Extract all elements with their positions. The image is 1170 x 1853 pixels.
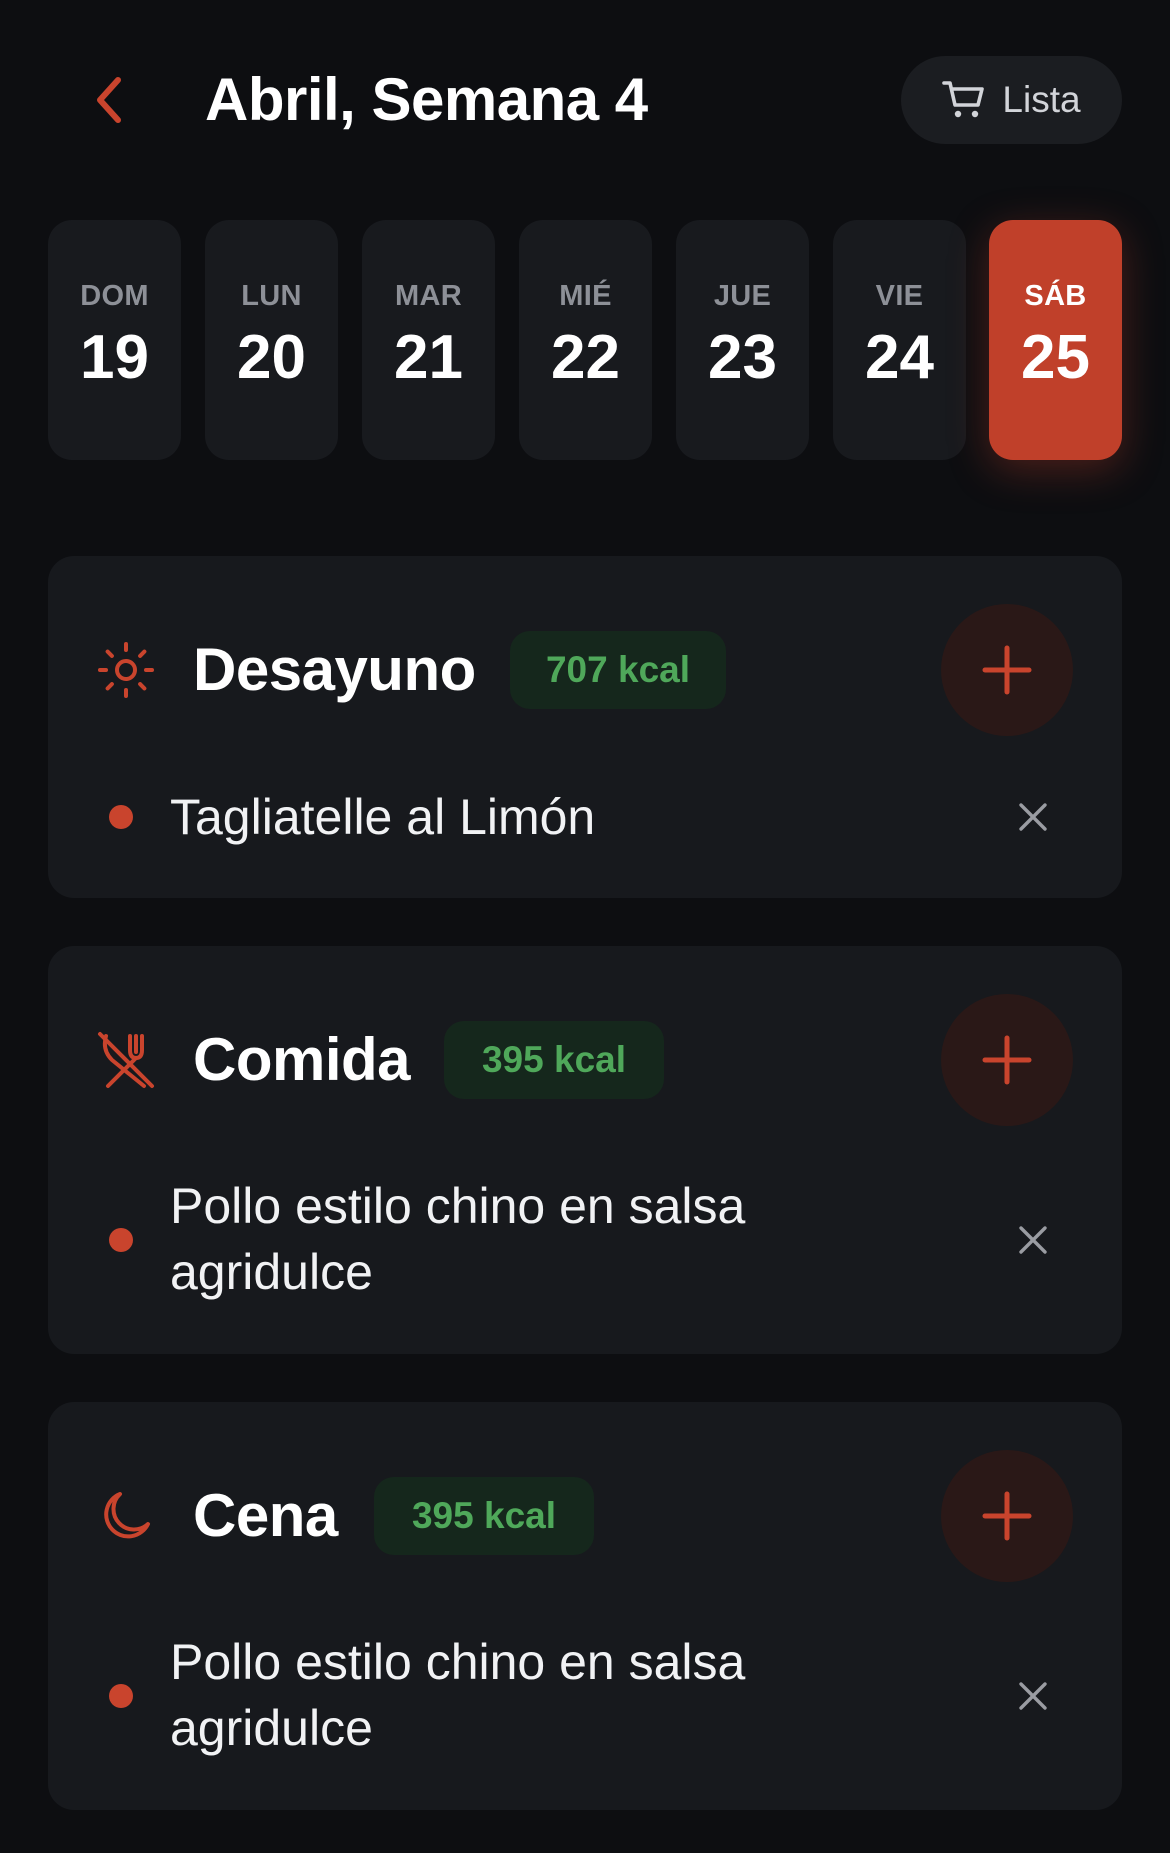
sun-icon bbox=[98, 642, 154, 698]
close-icon bbox=[1019, 1226, 1047, 1254]
meal-title: Cena bbox=[193, 1482, 338, 1549]
day-tue[interactable]: MAR 21 bbox=[362, 220, 495, 460]
day-number: 19 bbox=[80, 323, 149, 392]
meal-item-name: Pollo estilo chino en salsa agridulce bbox=[170, 1178, 746, 1300]
day-mon[interactable]: LUN 20 bbox=[205, 220, 338, 460]
meal-item-name: Tagliatelle al Limón bbox=[170, 789, 596, 845]
item-bullet bbox=[109, 1684, 133, 1708]
cart-icon bbox=[942, 81, 985, 118]
meal-card-desayuno: Desayuno 707 kcal Tagliatelle al Limón bbox=[48, 556, 1122, 898]
remove-item-button[interactable] bbox=[1003, 787, 1063, 847]
add-item-button[interactable] bbox=[941, 1450, 1073, 1582]
close-icon bbox=[1019, 1682, 1047, 1710]
day-name: MAR bbox=[395, 280, 462, 312]
back-button[interactable] bbox=[80, 62, 138, 138]
kcal-badge: 395 kcal bbox=[374, 1477, 594, 1555]
remove-item-button[interactable] bbox=[1003, 1210, 1063, 1270]
day-thu[interactable]: JUE 23 bbox=[676, 220, 809, 460]
item-bullet bbox=[109, 805, 133, 829]
fork-knife-off-icon bbox=[98, 1032, 154, 1088]
day-number: 23 bbox=[708, 323, 777, 392]
moon-icon bbox=[104, 1492, 150, 1539]
day-selector: DOM 19 LUN 20 MAR 21 MIÉ 22 JUE 23 VIE 2… bbox=[48, 220, 1122, 460]
page-title: Abril, Semana 4 bbox=[205, 66, 648, 133]
kcal-badge: 707 kcal bbox=[510, 631, 726, 709]
day-name: DOM bbox=[80, 280, 149, 312]
meal-planner-screen: Abril, Semana 4 Lista DOM 19 LUN 20 MAR … bbox=[0, 0, 1170, 1853]
plus-icon bbox=[982, 1491, 1032, 1541]
shopping-list-button[interactable]: Lista bbox=[901, 56, 1122, 144]
plus-icon bbox=[982, 1035, 1032, 1085]
add-item-button[interactable] bbox=[941, 994, 1073, 1126]
meal-card-comida: Comida 395 kcal Pollo estilo chino en sa… bbox=[48, 946, 1122, 1354]
day-sun[interactable]: DOM 19 bbox=[48, 220, 181, 460]
meal-item-name: Pollo estilo chino en salsa agridulce bbox=[170, 1634, 746, 1756]
item-bullet bbox=[109, 1228, 133, 1252]
chevron-left-icon bbox=[97, 77, 121, 123]
day-wed[interactable]: MIÉ 22 bbox=[519, 220, 652, 460]
plus-icon bbox=[982, 645, 1032, 695]
day-number: 20 bbox=[237, 323, 306, 392]
remove-item-button[interactable] bbox=[1003, 1666, 1063, 1726]
day-sat-selected[interactable]: SÁB 25 bbox=[989, 220, 1122, 460]
day-number: 22 bbox=[551, 323, 620, 392]
day-number: 25 bbox=[1021, 323, 1090, 392]
day-number: 21 bbox=[394, 323, 463, 392]
day-fri[interactable]: VIE 24 bbox=[833, 220, 966, 460]
day-number: 24 bbox=[865, 323, 934, 392]
meal-title: Comida bbox=[193, 1026, 411, 1093]
day-name: LUN bbox=[241, 280, 302, 312]
add-item-button[interactable] bbox=[941, 604, 1073, 736]
meal-card-cena: Cena 395 kcal Pollo estilo chino en sals… bbox=[48, 1402, 1122, 1810]
day-name: JUE bbox=[713, 280, 772, 312]
kcal-badge: 395 kcal bbox=[444, 1021, 664, 1099]
shopping-list-label: Lista bbox=[1002, 79, 1081, 120]
day-name: MIÉ bbox=[559, 280, 612, 312]
day-name: VIE bbox=[875, 280, 924, 312]
day-name: SÁB bbox=[1024, 280, 1087, 312]
meal-title: Desayuno bbox=[193, 636, 476, 703]
header: Abril, Semana 4 Lista bbox=[0, 0, 1170, 200]
close-icon bbox=[1019, 803, 1047, 831]
